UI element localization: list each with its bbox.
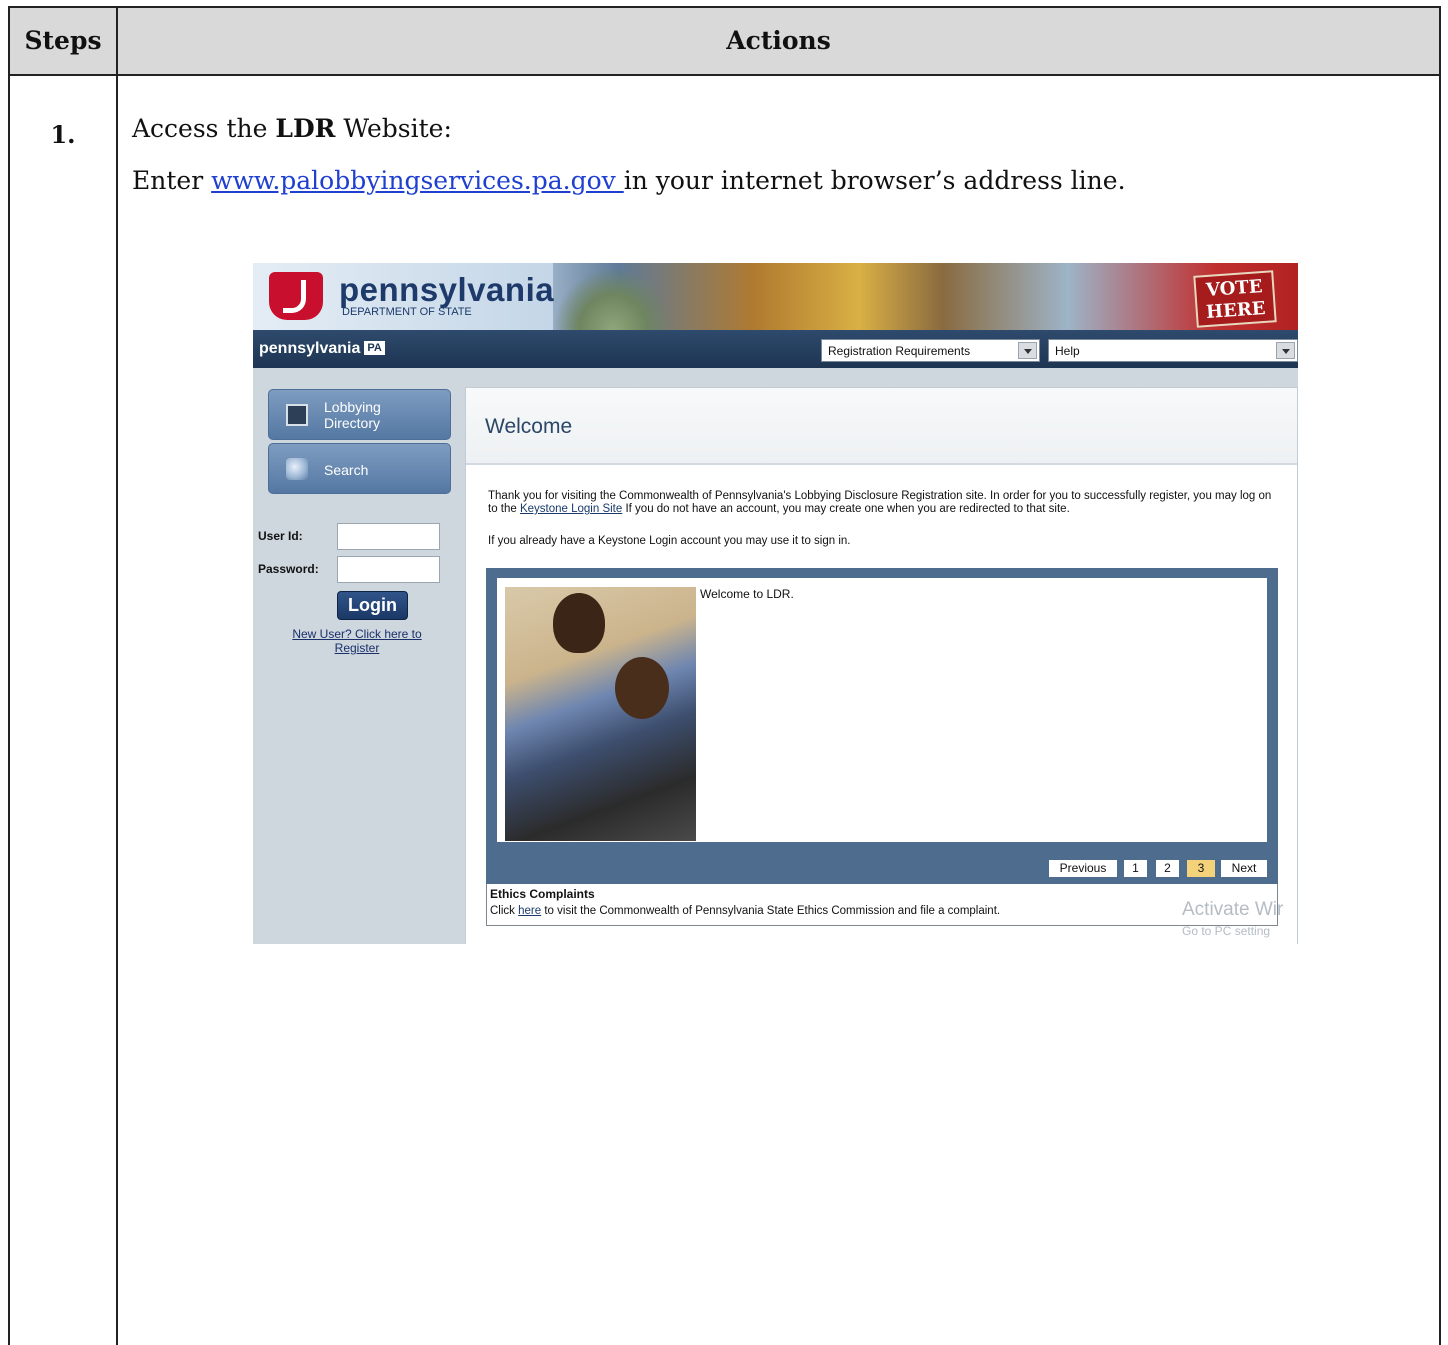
ethics-suffix: to visit the Commonwealth of Pennsylvani… xyxy=(541,905,1001,917)
select-value: Help xyxy=(1055,344,1080,358)
keystone-logo-icon xyxy=(269,272,323,320)
slide-caption: Welcome to LDR. xyxy=(700,587,794,601)
lobbying-directory-button[interactable]: Lobbying Directory xyxy=(268,389,451,440)
vote-here-sign: VOTE HERE xyxy=(1193,270,1277,328)
login-button[interactable]: Login xyxy=(337,591,408,620)
nav-brand-text: pennsylvania xyxy=(259,340,361,357)
step-number: 1. xyxy=(50,120,76,149)
search-label: Search xyxy=(324,462,369,478)
activate-windows-subtext: Go to PC setting xyxy=(1182,924,1271,938)
main-header: Welcome xyxy=(466,388,1297,465)
chevron-down-icon[interactable] xyxy=(1276,342,1295,359)
pager-page-2[interactable]: 2 xyxy=(1156,860,1179,877)
intro-text: If you do not have an account, you may c… xyxy=(622,503,1070,515)
instruction-bold: LDR xyxy=(275,114,336,143)
capitol-dome-image xyxy=(553,267,673,330)
slide-content: Welcome to LDR. xyxy=(497,578,1267,842)
password-label: Password: xyxy=(258,562,319,576)
intro-line-2: If you already have a Keystone Login acc… xyxy=(488,535,851,547)
column-divider xyxy=(116,8,118,1345)
page-title: Welcome xyxy=(485,415,573,438)
user-id-label: User Id: xyxy=(258,529,303,543)
lobbying-directory-label: Lobbying Directory xyxy=(324,399,381,431)
ethics-complaints-box: Ethics Complaints Click here to visit th… xyxy=(486,884,1278,926)
pager-page-1[interactable]: 1 xyxy=(1124,860,1147,877)
pager-previous-button[interactable]: Previous xyxy=(1049,860,1117,877)
main-content-panel: Welcome Thank you for visiting the Commo… xyxy=(465,387,1298,944)
logo-subtitle: DEPARTMENT OF STATE xyxy=(342,306,472,318)
chevron-down-icon[interactable] xyxy=(1018,342,1037,359)
ethics-prefix: Click xyxy=(490,905,519,917)
instruction-text: Website: xyxy=(335,114,452,143)
instruction-text: Enter xyxy=(132,166,212,195)
pager-next-button[interactable]: Next xyxy=(1221,860,1267,877)
instruction-text: in your internet browser’s address line. xyxy=(623,166,1126,195)
user-id-input[interactable] xyxy=(337,523,440,550)
step-instruction-enter: Enter www.palobbyingservices.pa.gov in y… xyxy=(132,166,1126,195)
select-value: Registration Requirements xyxy=(828,344,971,358)
intro-paragraph: Thank you for visiting the Commonwealth … xyxy=(488,490,1283,516)
nav-brand[interactable]: pennsylvania PA xyxy=(259,340,385,358)
pa-badge-icon: PA xyxy=(364,341,385,355)
help-select[interactable]: Help xyxy=(1048,339,1298,362)
keystone-login-link[interactable]: Keystone Login Site xyxy=(520,503,622,515)
password-input[interactable] xyxy=(337,556,440,583)
header-steps: Steps xyxy=(24,26,102,55)
activate-windows-watermark: Activate Wir xyxy=(1182,899,1284,920)
ethics-text: Click here to visit the Commonwealth of … xyxy=(490,905,1000,917)
register-link[interactable]: New User? Click here to Register xyxy=(277,627,437,655)
instruction-text: Access the xyxy=(132,114,276,143)
image-slider: Welcome to LDR. Previous 1 2 3 Next xyxy=(486,568,1278,884)
search-icon xyxy=(286,458,308,480)
registration-requirements-select[interactable]: Registration Requirements xyxy=(821,339,1040,362)
ethics-title: Ethics Complaints xyxy=(490,887,595,901)
website-link[interactable]: www.palobbyingservices.pa.gov xyxy=(211,166,624,195)
ethics-here-link[interactable]: here xyxy=(518,905,541,917)
pager-page-3[interactable]: 3 xyxy=(1187,860,1215,877)
site-banner: pennsylvania DEPARTMENT OF STATE VOTE HE… xyxy=(253,263,1298,330)
website-screenshot: pennsylvania DEPARTMENT OF STATE VOTE HE… xyxy=(253,263,1298,944)
logo-title: pennsylvania xyxy=(339,271,555,308)
door-icon xyxy=(286,404,308,426)
search-button[interactable]: Search xyxy=(268,443,451,494)
slide-photo xyxy=(505,587,696,841)
step-instruction-access: Access the LDR Website: xyxy=(132,114,452,143)
header-actions: Actions xyxy=(726,26,831,55)
